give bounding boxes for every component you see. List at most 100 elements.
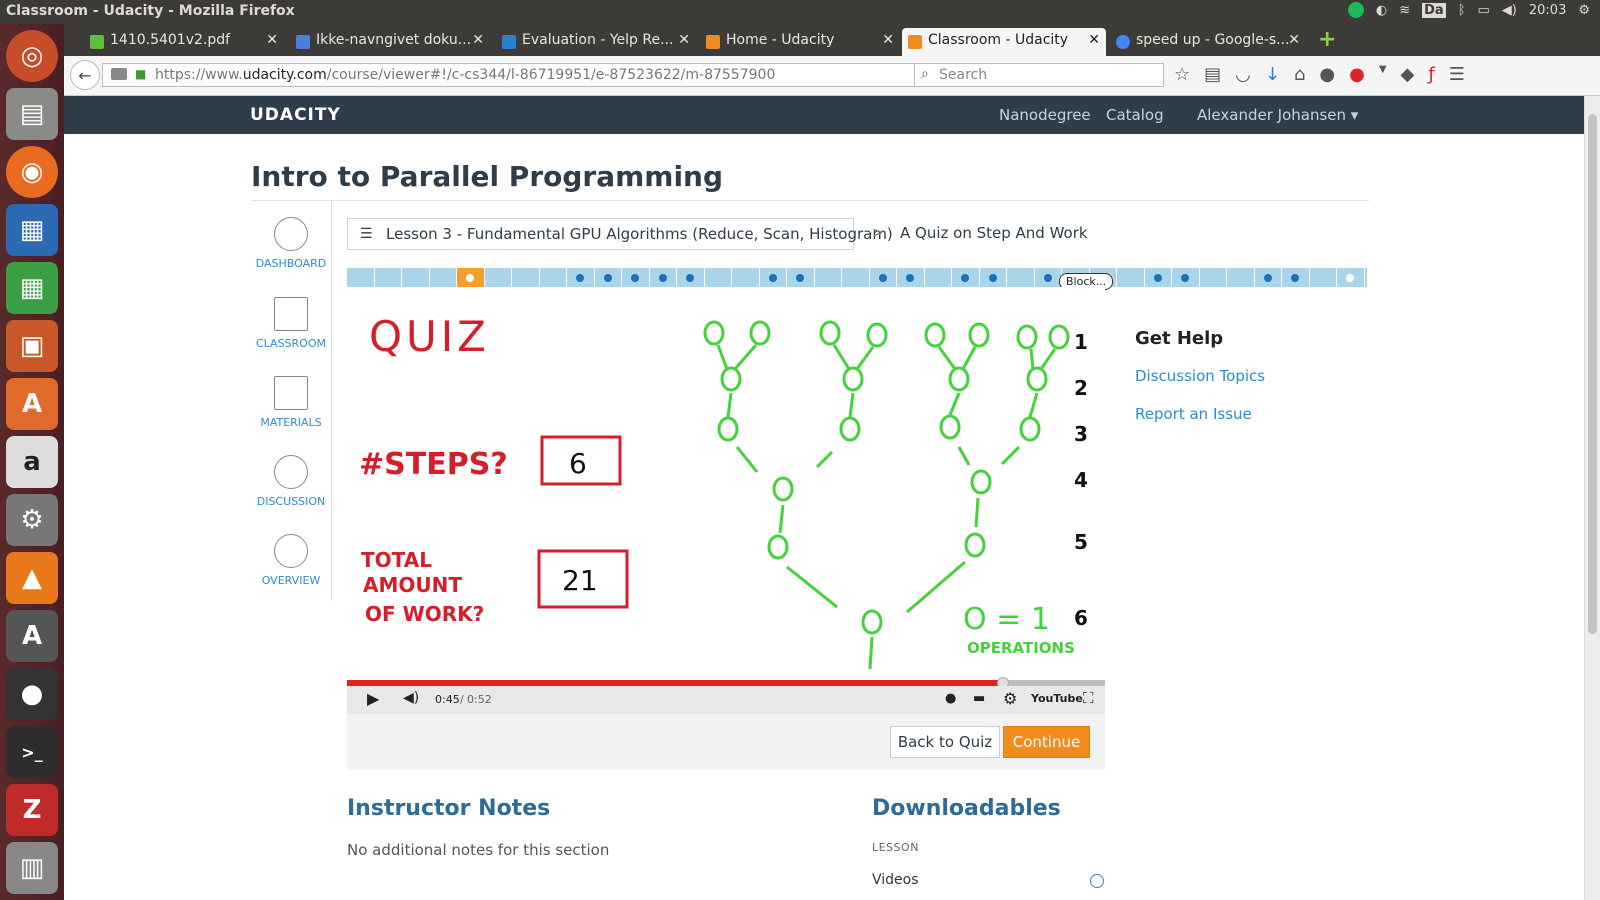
- progress-cell[interactable]: [677, 268, 705, 287]
- impress-icon[interactable]: ▣: [6, 320, 58, 372]
- progress-cell[interactable]: [1282, 268, 1310, 287]
- progress-cell[interactable]: [1172, 268, 1200, 287]
- spotify-icon[interactable]: [1347, 2, 1364, 18]
- flash-icon[interactable]: ƒ: [1428, 64, 1434, 85]
- progress-cell[interactable]: [897, 268, 925, 287]
- home-icon[interactable]: ⌂: [1294, 64, 1305, 85]
- progress-cell[interactable]: [485, 268, 512, 287]
- back-to-quiz-button[interactable]: Back to Quiz: [890, 726, 1000, 758]
- calc-icon[interactable]: ▦: [6, 262, 58, 314]
- progress-cell[interactable]: [512, 268, 540, 287]
- tab-close-icon[interactable]: ✕: [882, 32, 894, 48]
- volume-icon[interactable]: ◀): [403, 690, 419, 706]
- progress-cell[interactable]: [1310, 268, 1337, 287]
- settings-gear-icon[interactable]: ⚙: [1578, 3, 1590, 18]
- hamburger-menu-icon[interactable]: ☰: [1449, 64, 1465, 85]
- sync-icon[interactable]: ◐: [1376, 3, 1387, 18]
- volume-icon[interactable]: ◀): [1502, 3, 1517, 18]
- lesson-menu-button[interactable]: ☰ Lesson 3 - Fundamental GPU Algorithms …: [347, 218, 893, 250]
- continue-button[interactable]: Continue: [1003, 726, 1090, 758]
- pocket-icon[interactable]: ◡: [1235, 64, 1251, 85]
- trash-icon[interactable]: ▥: [6, 842, 58, 894]
- updater-icon[interactable]: A: [6, 610, 58, 662]
- tab-close-icon[interactable]: ✕: [266, 32, 278, 48]
- tab-close-icon[interactable]: ✕: [1088, 32, 1100, 48]
- filezilla-icon[interactable]: Z: [6, 784, 58, 836]
- back-arrow-icon[interactable]: ←: [70, 60, 100, 90]
- reading-list-icon[interactable]: ▤: [1204, 64, 1221, 85]
- firefox-icon[interactable]: ◉: [6, 146, 58, 198]
- sidenav-materials[interactable]: MATERIALS: [251, 376, 331, 429]
- progress-cell[interactable]: [787, 268, 815, 287]
- sidenav-discussion[interactable]: DISCUSSION: [251, 455, 331, 508]
- report-issue-link[interactable]: Report an Issue: [1135, 405, 1252, 423]
- vlc-icon[interactable]: ▲: [6, 552, 58, 604]
- progress-cell[interactable]: [815, 268, 842, 287]
- progress-cell[interactable]: [540, 268, 567, 287]
- new-tab-plus-icon[interactable]: +: [1318, 27, 1336, 52]
- progress-cell[interactable]: [595, 268, 622, 287]
- battery-icon[interactable]: ▭: [1478, 3, 1490, 18]
- captions-icon[interactable]: ▬: [973, 691, 985, 706]
- tab-kaggle[interactable]: Evaluation - Yelp Re... ✕: [496, 28, 696, 56]
- youtube-logo[interactable]: YouTube: [1031, 692, 1083, 705]
- progress-cell[interactable]: [1200, 268, 1227, 287]
- downloads-videos-label[interactable]: Videos: [872, 872, 919, 888]
- progress-cell[interactable]: [760, 268, 787, 287]
- progress-cell[interactable]: [430, 268, 457, 287]
- progress-cell[interactable]: [1007, 268, 1035, 287]
- progress-cell[interactable]: [842, 268, 870, 287]
- progress-cell[interactable]: [650, 268, 677, 287]
- tab-google-search[interactable]: speed up - Google-s... ✕: [1110, 28, 1306, 56]
- nav-catalog[interactable]: Catalog: [1106, 106, 1164, 124]
- progress-cell[interactable]: [1337, 268, 1365, 287]
- sidenav-classroom[interactable]: CLASSROOM: [251, 297, 331, 350]
- page-scrollbar[interactable]: [1584, 96, 1600, 900]
- video-player[interactable]: QUIZ #STEPS? 6 TOTAL AMOUNT OF WORK? 21 …: [347, 287, 1105, 682]
- info-icon[interactable]: [1090, 874, 1104, 888]
- progress-cell[interactable]: [1255, 268, 1282, 287]
- tab-close-icon[interactable]: ✕: [1288, 32, 1300, 48]
- progress-cell[interactable]: [925, 268, 952, 287]
- tab-classroom[interactable]: Classroom - Udacity ✕: [902, 28, 1106, 56]
- scrollbar-thumb[interactable]: [1588, 114, 1597, 634]
- settings-gear-icon[interactable]: ⚙: [1003, 689, 1017, 708]
- url-bar[interactable]: ■ https://www.udacity.com/course/viewer#…: [102, 63, 942, 87]
- progress-cell[interactable]: [870, 268, 897, 287]
- menu-chevron-icon[interactable]: ▼: [1379, 64, 1387, 85]
- progress-cell[interactable]: [1227, 268, 1255, 287]
- progress-cell[interactable]: [1117, 268, 1145, 287]
- sidenav-overview[interactable]: OVERVIEW: [251, 534, 331, 587]
- adblock-icon[interactable]: ●: [1349, 64, 1365, 85]
- software-center-icon[interactable]: A: [6, 378, 58, 430]
- fullscreen-icon[interactable]: ⛶: [1083, 689, 1094, 707]
- progress-cell[interactable]: [1035, 268, 1062, 287]
- downloads-icon[interactable]: ↓: [1265, 64, 1280, 85]
- discussion-topics-link[interactable]: Discussion Topics: [1135, 367, 1265, 385]
- bluetooth-icon[interactable]: ᛒ: [1458, 3, 1466, 18]
- extension-icon[interactable]: ◆: [1401, 64, 1415, 85]
- clock[interactable]: 20:03: [1529, 3, 1566, 18]
- tab-close-icon[interactable]: ✕: [678, 32, 690, 48]
- tab-udacity-home[interactable]: Home - Udacity ✕: [700, 28, 900, 56]
- site-identity-icon[interactable]: [111, 68, 127, 80]
- tab-pdf[interactable]: 1410.5401v2.pdf ✕: [84, 28, 284, 56]
- search-input[interactable]: ⌕ Search: [914, 63, 1164, 87]
- progress-cell[interactable]: [567, 268, 595, 287]
- terminal-icon[interactable]: >_: [6, 726, 58, 778]
- play-icon[interactable]: ▶: [367, 689, 379, 708]
- nav-nanodegree[interactable]: Nanodegree: [999, 106, 1091, 124]
- progress-cell[interactable]: [622, 268, 650, 287]
- files-icon[interactable]: ▤: [6, 88, 58, 140]
- watch-later-icon[interactable]: ●: [945, 691, 956, 706]
- disks-icon[interactable]: ●: [6, 668, 58, 720]
- progress-cell[interactable]: [705, 268, 732, 287]
- ubuntu-dash-icon[interactable]: ◎: [6, 30, 58, 82]
- progress-cell[interactable]: [952, 268, 980, 287]
- system-settings-icon[interactable]: ⚙: [6, 494, 58, 546]
- progress-cell[interactable]: [732, 268, 760, 287]
- tab-google-doc[interactable]: Ikke-navngivet doku... ✕: [290, 28, 490, 56]
- progress-cell[interactable]: [457, 268, 485, 287]
- sidenav-dashboard[interactable]: DASHBOARD: [251, 217, 331, 270]
- progress-cell[interactable]: [1145, 268, 1172, 287]
